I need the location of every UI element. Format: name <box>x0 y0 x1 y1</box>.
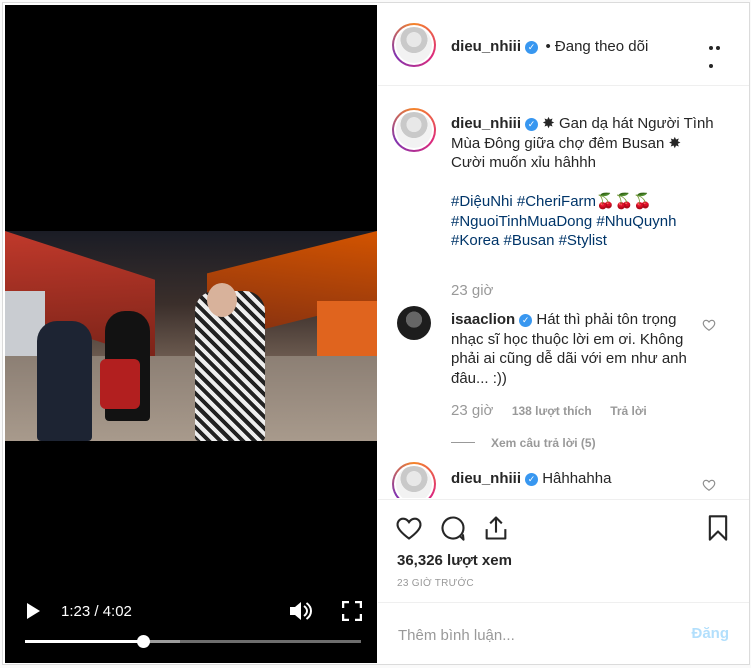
comment-likes[interactable]: 138 lượt thích <box>512 404 592 418</box>
seek-handle[interactable] <box>136 635 150 648</box>
video-player[interactable]: 1:23 / 4:02 <box>5 5 377 663</box>
caption-time[interactable]: 23 giờ <box>451 282 493 299</box>
verified-icon: ✓ <box>525 118 539 131</box>
volume-icon[interactable] <box>288 600 312 622</box>
video-time: 1:23 / 4:02 <box>61 603 132 620</box>
action-bar: 36,326 lượt xem 23 GIỜ TRƯỚC <box>378 499 749 602</box>
comment-username[interactable]: dieu_nhiii <box>451 470 521 487</box>
like-comment-heart-icon[interactable] <box>702 318 716 332</box>
post-side-panel: dieu_nhiii ✓ • Đang theo dõi dieu_nhiii ✓ … <box>378 5 749 664</box>
add-comment-section: Đăng <box>378 602 749 664</box>
caption-username[interactable]: dieu_nhiii <box>451 115 521 132</box>
follow-status[interactable]: • Đang theo dõi <box>545 38 648 55</box>
post-timestamp[interactable]: 23 GIỜ TRƯỚC <box>397 578 474 589</box>
view-count[interactable]: 36,326 lượt xem <box>397 552 512 569</box>
view-replies[interactable]: Xem câu trả lời (5) <box>451 434 596 452</box>
video-controls: 1:23 / 4:02 <box>5 595 377 663</box>
avatar[interactable] <box>392 108 436 152</box>
star-icon: ✸ <box>542 115 555 132</box>
verified-icon: ✓ <box>519 314 533 327</box>
share-icon[interactable] <box>482 514 510 542</box>
hashtags-line-1[interactable]: #DiệuNhi #CheriFarm🍒🍒🍒 <box>451 193 652 210</box>
post-header: dieu_nhiii ✓ • Đang theo dõi <box>378 5 749 86</box>
hashtags-line-2[interactable]: #NguoiTinhMuaDong #NhuQuynh <box>451 213 676 230</box>
more-options-icon[interactable] <box>709 37 729 68</box>
video-seek-bar[interactable] <box>25 635 361 648</box>
verified-icon: ✓ <box>525 473 539 486</box>
video-frame[interactable] <box>5 231 377 441</box>
post-modal: 1:23 / 4:02 dieu_nhiii ✓ • Đang theo dõi… <box>2 2 750 665</box>
avatar[interactable] <box>392 462 436 498</box>
like-heart-icon[interactable] <box>395 514 423 542</box>
scene-person <box>37 321 92 441</box>
comment-bubble-icon[interactable] <box>439 514 467 542</box>
scene-singer-head <box>207 283 237 317</box>
fullscreen-icon[interactable] <box>342 601 362 621</box>
comment-username[interactable]: isaaclion <box>451 311 515 328</box>
like-comment-heart-icon[interactable] <box>702 478 716 492</box>
reply-button[interactable]: Trả lời <box>610 404 647 418</box>
caption: dieu_nhiii ✓ ✸ Gan dạ hát Người Tình Mùa … <box>451 114 731 251</box>
caption-text-2: Cười muốn xỉu hâhhh <box>451 154 596 171</box>
avatar[interactable] <box>392 23 436 67</box>
play-icon[interactable] <box>27 603 40 619</box>
avatar[interactable] <box>397 306 431 340</box>
header-username[interactable]: dieu_nhiii <box>451 38 521 55</box>
star-icon: ✸ <box>668 134 682 152</box>
verified-icon: ✓ <box>525 41 539 54</box>
comment-text: Hâhhahha <box>542 470 612 487</box>
comment-time[interactable]: 23 giờ <box>451 402 493 419</box>
scene-red-jacket <box>100 359 140 409</box>
hashtags-line-3[interactable]: #Korea #Busan #Stylist <box>451 232 607 249</box>
comment-input[interactable] <box>396 623 660 647</box>
post-comment-button[interactable]: Đăng <box>692 625 730 642</box>
comments-list[interactable]: dieu_nhiii ✓ ✸ Gan dạ hát Người Tình Mùa … <box>378 86 749 498</box>
video-played <box>25 640 143 643</box>
bookmark-icon[interactable] <box>704 514 732 542</box>
